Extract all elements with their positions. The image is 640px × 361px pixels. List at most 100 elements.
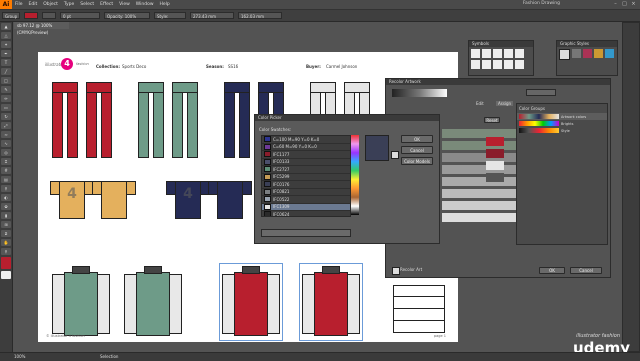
pant-back-red[interactable] (86, 82, 112, 162)
reset-button[interactable]: Reset (484, 117, 500, 123)
color-assignment-list[interactable] (442, 129, 516, 249)
eyedropper-tool-icon[interactable]: ⚲ (1, 185, 11, 192)
pant-front-green[interactable] (138, 82, 164, 162)
assign-row[interactable] (442, 189, 516, 198)
hand-tool-icon[interactable]: ✋ (1, 239, 11, 246)
assign-row[interactable] (442, 213, 516, 222)
swatch-row[interactable]: IFC5299 (262, 173, 350, 181)
new-color-swatch[interactable] (486, 161, 504, 170)
symbol-tile[interactable] (482, 60, 491, 69)
preset-dropdown[interactable] (526, 89, 556, 96)
jacket-front-red[interactable] (219, 263, 283, 341)
symbol-tile[interactable] (482, 49, 491, 58)
style-tile[interactable] (559, 49, 570, 60)
menu-effect[interactable]: Effect (97, 2, 116, 7)
new-color-swatch[interactable] (486, 137, 504, 146)
swatch-row-selected[interactable]: IFC1309 (262, 203, 350, 211)
blend-tool-icon[interactable]: ◐ (1, 194, 11, 201)
new-color-swatch[interactable] (486, 173, 504, 182)
recolor-art-checkbox[interactable] (392, 267, 400, 275)
mesh-tool-icon[interactable]: # (1, 167, 11, 174)
symbol-tile[interactable] (471, 49, 480, 58)
symbol-tile[interactable] (471, 60, 480, 69)
symbol-tile[interactable] (504, 49, 513, 58)
assign-row[interactable] (442, 177, 516, 186)
swatch-row[interactable]: IFC1177 (262, 151, 350, 159)
assign-row[interactable] (442, 153, 516, 162)
style-tile[interactable] (583, 49, 592, 58)
picker-ok-button[interactable]: OK (401, 135, 433, 143)
line-tool-icon[interactable]: ╱ (1, 68, 11, 75)
recolor-cancel-button[interactable]: Cancel (570, 267, 602, 274)
menu-window[interactable]: Window (133, 2, 157, 7)
magic-wand-tool-icon[interactable]: ✦ (1, 41, 11, 48)
swatch-row[interactable]: IFC0624 (262, 211, 350, 216)
swatch-row[interactable]: IFC0176 (262, 181, 350, 189)
swatch-search-field[interactable] (261, 229, 351, 237)
style-tile[interactable] (572, 49, 581, 58)
symbol-tile[interactable] (493, 49, 502, 58)
symbol-sprayer-tool-icon[interactable]: ✿ (1, 203, 11, 210)
stroke-weight-field[interactable]: 0 pt (60, 12, 100, 19)
perspective-tool-icon[interactable]: ⌗ (1, 158, 11, 165)
symbol-tile[interactable] (504, 60, 513, 69)
graph-tool-icon[interactable]: ▮ (1, 212, 11, 219)
color-models-button[interactable]: Color Models (401, 157, 433, 165)
height-field[interactable]: 162.03 mm (238, 12, 282, 19)
symbol-tile[interactable] (493, 60, 502, 69)
zoom-level[interactable]: 100% (14, 354, 25, 359)
swatch-row[interactable]: IFC0821 (262, 188, 350, 196)
jacket-back-green[interactable] (122, 264, 184, 340)
document-tab[interactable]: sb 97.12 @ 100% (CMYK/Preview) (14, 22, 69, 35)
width-field[interactable]: 273.43 mm (190, 12, 234, 19)
pencil-tool-icon[interactable]: ✏ (1, 95, 11, 102)
scale-tool-icon[interactable]: ⤢ (1, 122, 11, 129)
zoom-tool-icon[interactable]: ⚲ (1, 248, 11, 255)
assign-row[interactable] (442, 201, 516, 210)
stroke-swatch[interactable] (42, 12, 56, 19)
style-field[interactable]: Style: (154, 12, 186, 19)
style-tile[interactable] (605, 49, 614, 58)
pant-back-green[interactable] (172, 82, 198, 162)
style-tile[interactable] (594, 49, 603, 58)
swatch-list[interactable]: C=100 M=90 Y=0 K=0 C=60 M=90 Y=0 K=0 IFC… (261, 135, 351, 217)
fill-color-icon[interactable] (1, 257, 11, 269)
swatch-row[interactable]: C=100 M=90 Y=0 K=0 (262, 136, 350, 144)
pant-front-navy[interactable] (224, 82, 250, 162)
pant-front-red[interactable] (52, 82, 78, 162)
assign-row[interactable] (442, 129, 516, 138)
brush-tool-icon[interactable]: ✎ (1, 86, 11, 93)
swatch-row[interactable]: IFC2727 (262, 166, 350, 174)
pen-tool-icon[interactable]: ✒ (1, 50, 11, 57)
color-group-row[interactable]: Artwork colors (517, 113, 607, 120)
jacket-front-green[interactable] (50, 264, 112, 340)
tab-edit[interactable]: Edit (476, 101, 484, 106)
rotate-tool-icon[interactable]: ↻ (1, 113, 11, 120)
slice-tool-icon[interactable]: ⧄ (1, 230, 11, 237)
recolor-ok-button[interactable]: OK (539, 267, 565, 274)
tee-front-yellow[interactable]: 4 (50, 176, 94, 220)
color-bar[interactable] (392, 89, 447, 97)
shape-builder-tool-icon[interactable]: ◎ (1, 149, 11, 156)
swatch-row[interactable]: C=60 M=90 Y=0 K=0 (262, 143, 350, 151)
fill-swatch[interactable] (24, 12, 38, 19)
selection-tool-icon[interactable]: ▲ (1, 23, 11, 30)
rectangle-tool-icon[interactable]: □ (1, 77, 11, 84)
picker-cancel-button[interactable]: Cancel (401, 146, 433, 154)
warp-tool-icon[interactable]: ∿ (1, 140, 11, 147)
tee-back-yellow[interactable] (92, 176, 136, 220)
menu-object[interactable]: Object (40, 2, 61, 7)
new-color-swatch[interactable] (486, 149, 504, 158)
menu-type[interactable]: Type (61, 2, 77, 7)
menu-view[interactable]: View (116, 2, 133, 7)
menu-help[interactable]: Help (157, 2, 173, 7)
stroke-color-icon[interactable] (1, 271, 11, 279)
assign-row[interactable] (442, 141, 516, 150)
swatch-row[interactable]: IFC0522 (262, 196, 350, 204)
symbol-tile[interactable] (515, 60, 524, 69)
close-icon[interactable]: × (630, 1, 637, 7)
web-safe-warning-icon[interactable] (391, 151, 399, 159)
eraser-tool-icon[interactable]: ▭ (1, 104, 11, 111)
menu-file[interactable]: File (12, 2, 26, 7)
width-tool-icon[interactable]: ≈ (1, 131, 11, 138)
